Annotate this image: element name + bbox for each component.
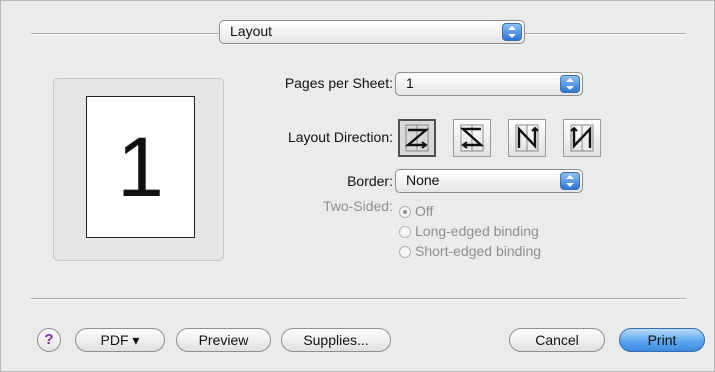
radio-selected-icon bbox=[399, 206, 411, 218]
border-label: Border: bbox=[347, 173, 393, 189]
radio-unselected-icon bbox=[399, 226, 411, 238]
two-sided-off-radio[interactable]: Off bbox=[399, 203, 433, 219]
two-sided-short-edge-radio[interactable]: Short-edged binding bbox=[399, 243, 541, 259]
border-value: None bbox=[406, 172, 440, 188]
panel-selector-value: Layout bbox=[230, 23, 273, 39]
pdf-menu-button[interactable]: PDF ▾ bbox=[75, 328, 165, 352]
two-sided-long-edge-label: Long-edged binding bbox=[415, 223, 539, 239]
panel-selector-popup[interactable]: Layout bbox=[219, 20, 525, 44]
border-popup[interactable]: None bbox=[395, 169, 583, 193]
preview-page-number: 1 bbox=[117, 120, 164, 214]
n-reverse-direction-icon bbox=[509, 124, 545, 159]
popup-arrows-icon bbox=[560, 172, 580, 190]
pages-per-sheet-popup[interactable]: 1 bbox=[395, 72, 583, 96]
help-button[interactable]: ? bbox=[37, 328, 61, 352]
two-sided-label: Two-Sided: bbox=[322, 198, 393, 214]
bottom-separator bbox=[31, 298, 686, 300]
popup-arrows-icon bbox=[502, 23, 522, 41]
two-sided-short-edge-label: Short-edged binding bbox=[415, 243, 542, 259]
layout-direction-s-button[interactable] bbox=[453, 119, 491, 157]
layout-direction-n-button[interactable] bbox=[563, 119, 601, 157]
radio-unselected-icon bbox=[399, 246, 411, 258]
two-sided-off-label: Off bbox=[415, 203, 434, 219]
n-direction-icon bbox=[564, 124, 600, 159]
print-dialog-panel: Layout 1 Pages per Sheet: 1 Layout Direc… bbox=[0, 0, 715, 372]
layout-direction-label: Layout Direction: bbox=[287, 129, 393, 145]
layout-direction-z-button[interactable] bbox=[398, 119, 436, 157]
popup-arrows-icon bbox=[560, 75, 580, 93]
supplies-button[interactable]: Supplies... bbox=[281, 328, 391, 352]
print-button[interactable]: Print bbox=[619, 328, 705, 352]
pages-per-sheet-value: 1 bbox=[406, 75, 414, 91]
preview-button[interactable]: Preview bbox=[176, 328, 271, 352]
two-sided-long-edge-radio[interactable]: Long-edged binding bbox=[399, 223, 539, 239]
cancel-button[interactable]: Cancel bbox=[509, 328, 605, 352]
layout-preview-page: 1 bbox=[86, 96, 195, 238]
layout-direction-n-reverse-button[interactable] bbox=[508, 119, 546, 157]
pages-per-sheet-label: Pages per Sheet: bbox=[284, 75, 393, 91]
s-direction-icon bbox=[454, 124, 490, 159]
z-direction-icon bbox=[400, 124, 434, 158]
